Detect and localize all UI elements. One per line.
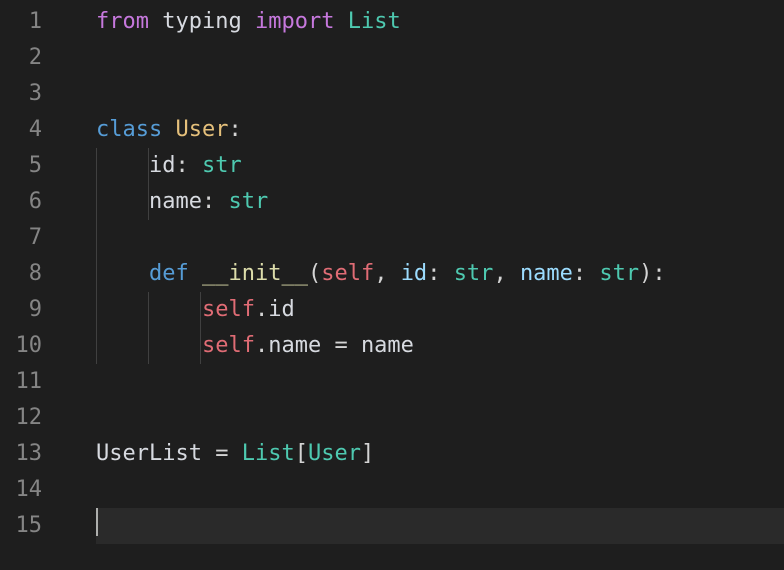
line-number: 8	[0, 256, 62, 292]
import-name: List	[348, 9, 401, 34]
type-annotation: str	[599, 261, 639, 286]
indent-guide	[148, 184, 149, 220]
code-line[interactable]	[96, 364, 784, 400]
variable-name: UserList	[96, 441, 202, 466]
code-line[interactable]: from typing import List	[96, 4, 784, 40]
type-ref: User	[308, 441, 361, 466]
line-number: 3	[0, 76, 62, 112]
code-line[interactable]	[96, 220, 784, 256]
indent-guide	[96, 328, 97, 364]
line-number: 7	[0, 220, 62, 256]
indent-guide	[96, 148, 97, 184]
code-area[interactable]: from typing import List class User: id: …	[62, 0, 784, 570]
code-line[interactable]: UserList = List[User]	[96, 436, 784, 472]
line-number: 2	[0, 40, 62, 76]
module-name: typing	[162, 9, 241, 34]
line-number: 6	[0, 184, 62, 220]
self-ref: self	[202, 333, 255, 358]
variable-ref: name	[361, 333, 414, 358]
line-number: 11	[0, 364, 62, 400]
type-annotation: str	[454, 261, 494, 286]
indent-guide	[96, 220, 97, 256]
code-line[interactable]	[96, 400, 784, 436]
line-number: 5	[0, 148, 62, 184]
code-line[interactable]	[96, 76, 784, 112]
self-ref: self	[202, 297, 255, 322]
param-self: self	[321, 261, 374, 286]
field-name: name	[149, 189, 202, 214]
code-line[interactable]: id: str	[96, 148, 784, 184]
indent-guide	[96, 292, 97, 328]
code-editor[interactable]: 1 2 3 4 5 6 7 8 9 10 11 12 13 14 15 from…	[0, 0, 784, 570]
text-cursor-icon	[96, 508, 98, 536]
field-name: id	[149, 153, 176, 178]
indent-guide	[200, 292, 201, 328]
code-line[interactable]: name: str	[96, 184, 784, 220]
type-annotation: str	[228, 189, 268, 214]
code-line[interactable]	[96, 472, 784, 508]
keyword-import: import	[255, 9, 334, 34]
type-ref: List	[242, 441, 295, 466]
line-number: 9	[0, 292, 62, 328]
param-name: name	[520, 261, 573, 286]
code-line[interactable]: self.name = name	[96, 328, 784, 364]
line-number: 1	[0, 4, 62, 40]
keyword-from: from	[96, 9, 149, 34]
code-line-current[interactable]	[96, 508, 784, 544]
line-number: 13	[0, 436, 62, 472]
type-annotation: str	[202, 153, 242, 178]
code-line[interactable]: self.id	[96, 292, 784, 328]
indent-guide	[148, 148, 149, 184]
function-name: __init__	[202, 261, 308, 286]
indent-guide	[96, 184, 97, 220]
class-name: User	[175, 117, 228, 142]
code-line[interactable]: class User:	[96, 112, 784, 148]
indent-guide	[148, 292, 149, 328]
line-number: 14	[0, 472, 62, 508]
indent-guide	[148, 328, 149, 364]
line-number-gutter: 1 2 3 4 5 6 7 8 9 10 11 12 13 14 15	[0, 0, 62, 570]
line-number: 10	[0, 328, 62, 364]
property-name: id	[268, 297, 295, 322]
code-line[interactable]: def __init__(self, id: str, name: str):	[96, 256, 784, 292]
keyword-def: def	[149, 261, 189, 286]
property-name: name	[268, 333, 321, 358]
line-number: 15	[0, 508, 62, 544]
keyword-class: class	[96, 117, 162, 142]
indent-guide	[200, 328, 201, 364]
param-name: id	[401, 261, 428, 286]
line-number: 12	[0, 400, 62, 436]
code-line[interactable]	[96, 40, 784, 76]
indent-guide	[96, 256, 97, 292]
line-number: 4	[0, 112, 62, 148]
